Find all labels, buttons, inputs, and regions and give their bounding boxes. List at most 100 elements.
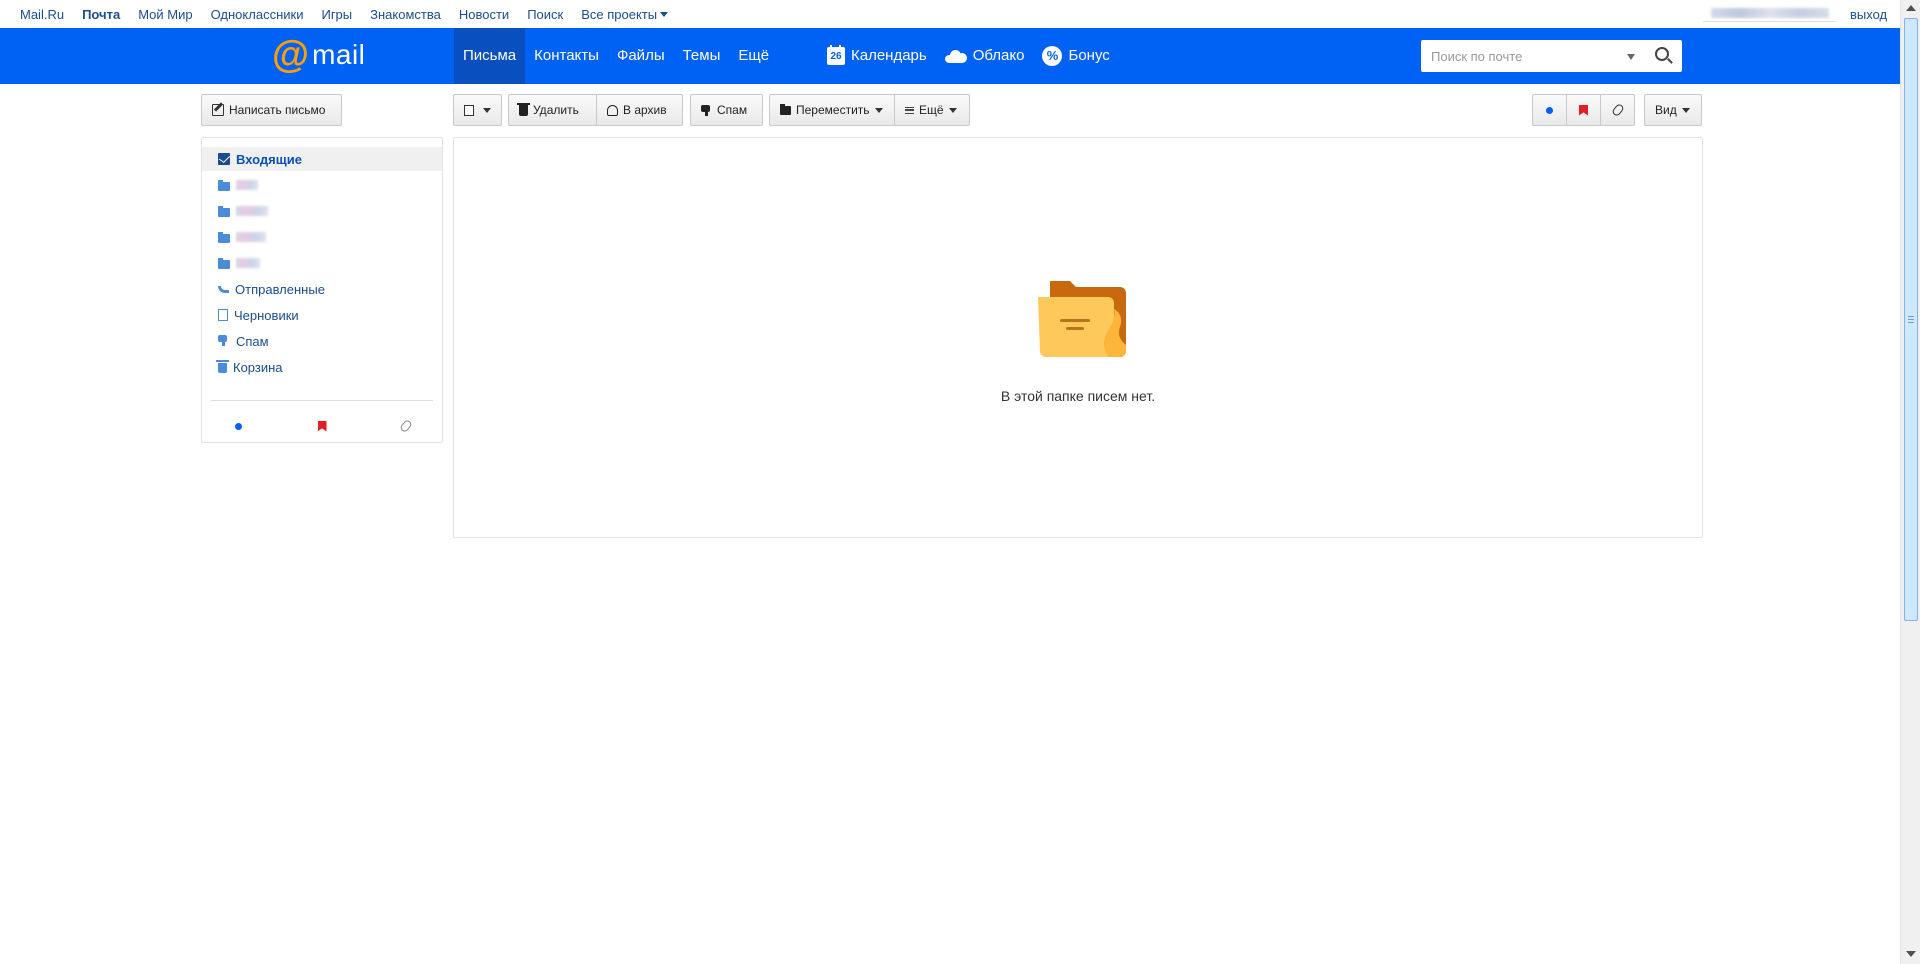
- spam-button[interactable]: Спам: [690, 94, 763, 126]
- bonus-percent-icon: %: [1042, 46, 1063, 66]
- nav-calendar-label: Календарь: [851, 47, 927, 64]
- draft-document-icon: [218, 309, 228, 321]
- logout-link[interactable]: выход: [1850, 7, 1887, 22]
- folder-icon: [780, 103, 791, 115]
- nav-bonus-label: Бонус: [1068, 47, 1110, 64]
- folder-label: Черновики: [234, 307, 299, 323]
- blurred-folder-name: [236, 180, 258, 190]
- services-nav: 26 Календарь Облако % Бонус: [818, 28, 1119, 84]
- nav-calendar[interactable]: 26 Календарь: [818, 28, 936, 84]
- folder-spam[interactable]: Спам: [202, 329, 442, 353]
- view-label: Вид: [1655, 103, 1677, 117]
- nav-letters[interactable]: Письма: [454, 28, 526, 84]
- sidebar-filter-attachments[interactable]: [386, 414, 426, 438]
- nav-cloud[interactable]: Облако: [936, 28, 1034, 84]
- view-button[interactable]: Вид: [1644, 94, 1702, 126]
- nav-themes[interactable]: Темы: [674, 28, 730, 84]
- folder-label: Отправленные: [235, 281, 325, 297]
- portal-link-novosti[interactable]: Новости: [459, 7, 509, 22]
- unread-dot-icon: [234, 422, 242, 430]
- scrollbar-thumb[interactable]: [1904, 18, 1918, 621]
- chevron-down-icon: [660, 12, 669, 17]
- grip-icon: [1908, 316, 1914, 323]
- scroll-down-arrow-icon[interactable]: [1906, 951, 1916, 957]
- sidebar-filter-flagged[interactable]: [302, 414, 342, 438]
- compose-label: Написать письмо: [229, 103, 326, 117]
- main-nav: Письма Контакты Файлы Темы Ещё: [454, 28, 778, 84]
- page-scrollbar[interactable]: [1900, 0, 1920, 964]
- empty-folder-icon: [1038, 281, 1126, 357]
- logo-at: @: [272, 34, 310, 76]
- blurred-folder-name: [236, 258, 260, 268]
- menu-icon: [905, 106, 914, 114]
- checkbox-icon: [464, 104, 474, 116]
- flag-icon: [317, 420, 327, 432]
- filter-unread-button[interactable]: [1532, 94, 1567, 126]
- trash-icon: [517, 102, 530, 116]
- all-projects-dropdown[interactable]: Все проекты: [581, 7, 669, 22]
- portal-link-igry[interactable]: Игры: [321, 7, 352, 22]
- portal-link-odnoklassniki[interactable]: Одноклассники: [211, 7, 304, 22]
- unread-dot-icon: [1546, 106, 1553, 114]
- sidebar-filter-unread[interactable]: [218, 414, 258, 438]
- flag-icon: [1579, 104, 1588, 116]
- nav-more[interactable]: Ещё: [729, 28, 778, 84]
- folder-custom-2[interactable]: [202, 199, 442, 223]
- folder-label: Спам: [236, 333, 269, 349]
- filter-flagged-button[interactable]: [1566, 94, 1601, 126]
- nav-files[interactable]: Файлы: [608, 28, 674, 84]
- folder-drafts[interactable]: Черновики: [202, 303, 442, 327]
- portal-link-moy-mir[interactable]: Мой Мир: [138, 7, 192, 22]
- search-options-dropdown[interactable]: [1627, 54, 1635, 60]
- scroll-up-arrow-icon[interactable]: [1906, 5, 1916, 11]
- folder-custom-4[interactable]: [202, 251, 442, 275]
- blurred-folder-name: [236, 232, 266, 242]
- all-projects-label: Все проекты: [581, 7, 658, 22]
- folder-inbox[interactable]: Входящие: [202, 147, 442, 171]
- folder-custom-3[interactable]: [202, 225, 442, 249]
- thumbs-down-icon: [218, 335, 230, 347]
- portal-link-znakomstva[interactable]: Знакомства: [370, 7, 441, 22]
- move-button[interactable]: Переместить: [769, 94, 895, 126]
- main-header: @ mail Письма Контакты Файлы Темы Ещё 26…: [0, 28, 1900, 84]
- portal-links: Mail.Ru Почта Мой Мир Одноклассники Игры…: [20, 7, 686, 22]
- folder-trash[interactable]: Корзина: [202, 355, 442, 379]
- empty-folder-message: В этой папке писем нет.: [1000, 388, 1156, 404]
- folder-label: Корзина: [233, 359, 283, 375]
- trash-icon: [216, 360, 229, 373]
- paperclip-icon: [1610, 102, 1625, 118]
- compose-button[interactable]: Написать письмо: [201, 94, 342, 126]
- folder-icon: [218, 179, 230, 191]
- nav-bonus[interactable]: % Бонус: [1033, 28, 1118, 84]
- mail-logo[interactable]: @ mail: [272, 36, 365, 74]
- search-icon[interactable]: [1655, 47, 1669, 61]
- folder-label: Входящие: [236, 151, 302, 167]
- archive-icon: [607, 104, 618, 116]
- move-label: Переместить: [796, 103, 870, 117]
- user-email-blurred[interactable]: [1703, 4, 1835, 22]
- archive-button[interactable]: В архив: [596, 94, 683, 126]
- folder-custom-1[interactable]: [202, 173, 442, 197]
- more-actions-label: Ещё: [919, 103, 944, 117]
- portal-link-mailru[interactable]: Mail.Ru: [20, 7, 64, 22]
- chevron-down-icon: [1681, 107, 1690, 113]
- reply-arrow-icon: [218, 285, 229, 293]
- compose-icon: [212, 104, 224, 116]
- blurred-folder-name: [236, 206, 268, 216]
- inbox-icon: [218, 153, 230, 165]
- select-all-button[interactable]: [453, 94, 502, 126]
- paperclip-icon: [399, 418, 413, 434]
- folder-sidebar: Входящие Отправленные Черновики Спам Кор…: [201, 137, 443, 443]
- chevron-down-icon: [948, 107, 957, 113]
- message-list-panel: В этой папке писем нет.: [453, 137, 1703, 538]
- chevron-down-icon: [483, 107, 491, 113]
- folder-sent[interactable]: Отправленные: [202, 277, 442, 301]
- nav-contacts[interactable]: Контакты: [525, 28, 608, 84]
- thumbs-down-icon: [701, 104, 712, 116]
- delete-button[interactable]: Удалить: [508, 94, 597, 126]
- search-input[interactable]: [1421, 40, 1621, 72]
- portal-link-pochta[interactable]: Почта: [82, 7, 120, 22]
- more-actions-button[interactable]: Ещё: [894, 94, 970, 126]
- portal-link-poisk[interactable]: Поиск: [527, 7, 563, 22]
- filter-attachments-button[interactable]: [1600, 94, 1635, 126]
